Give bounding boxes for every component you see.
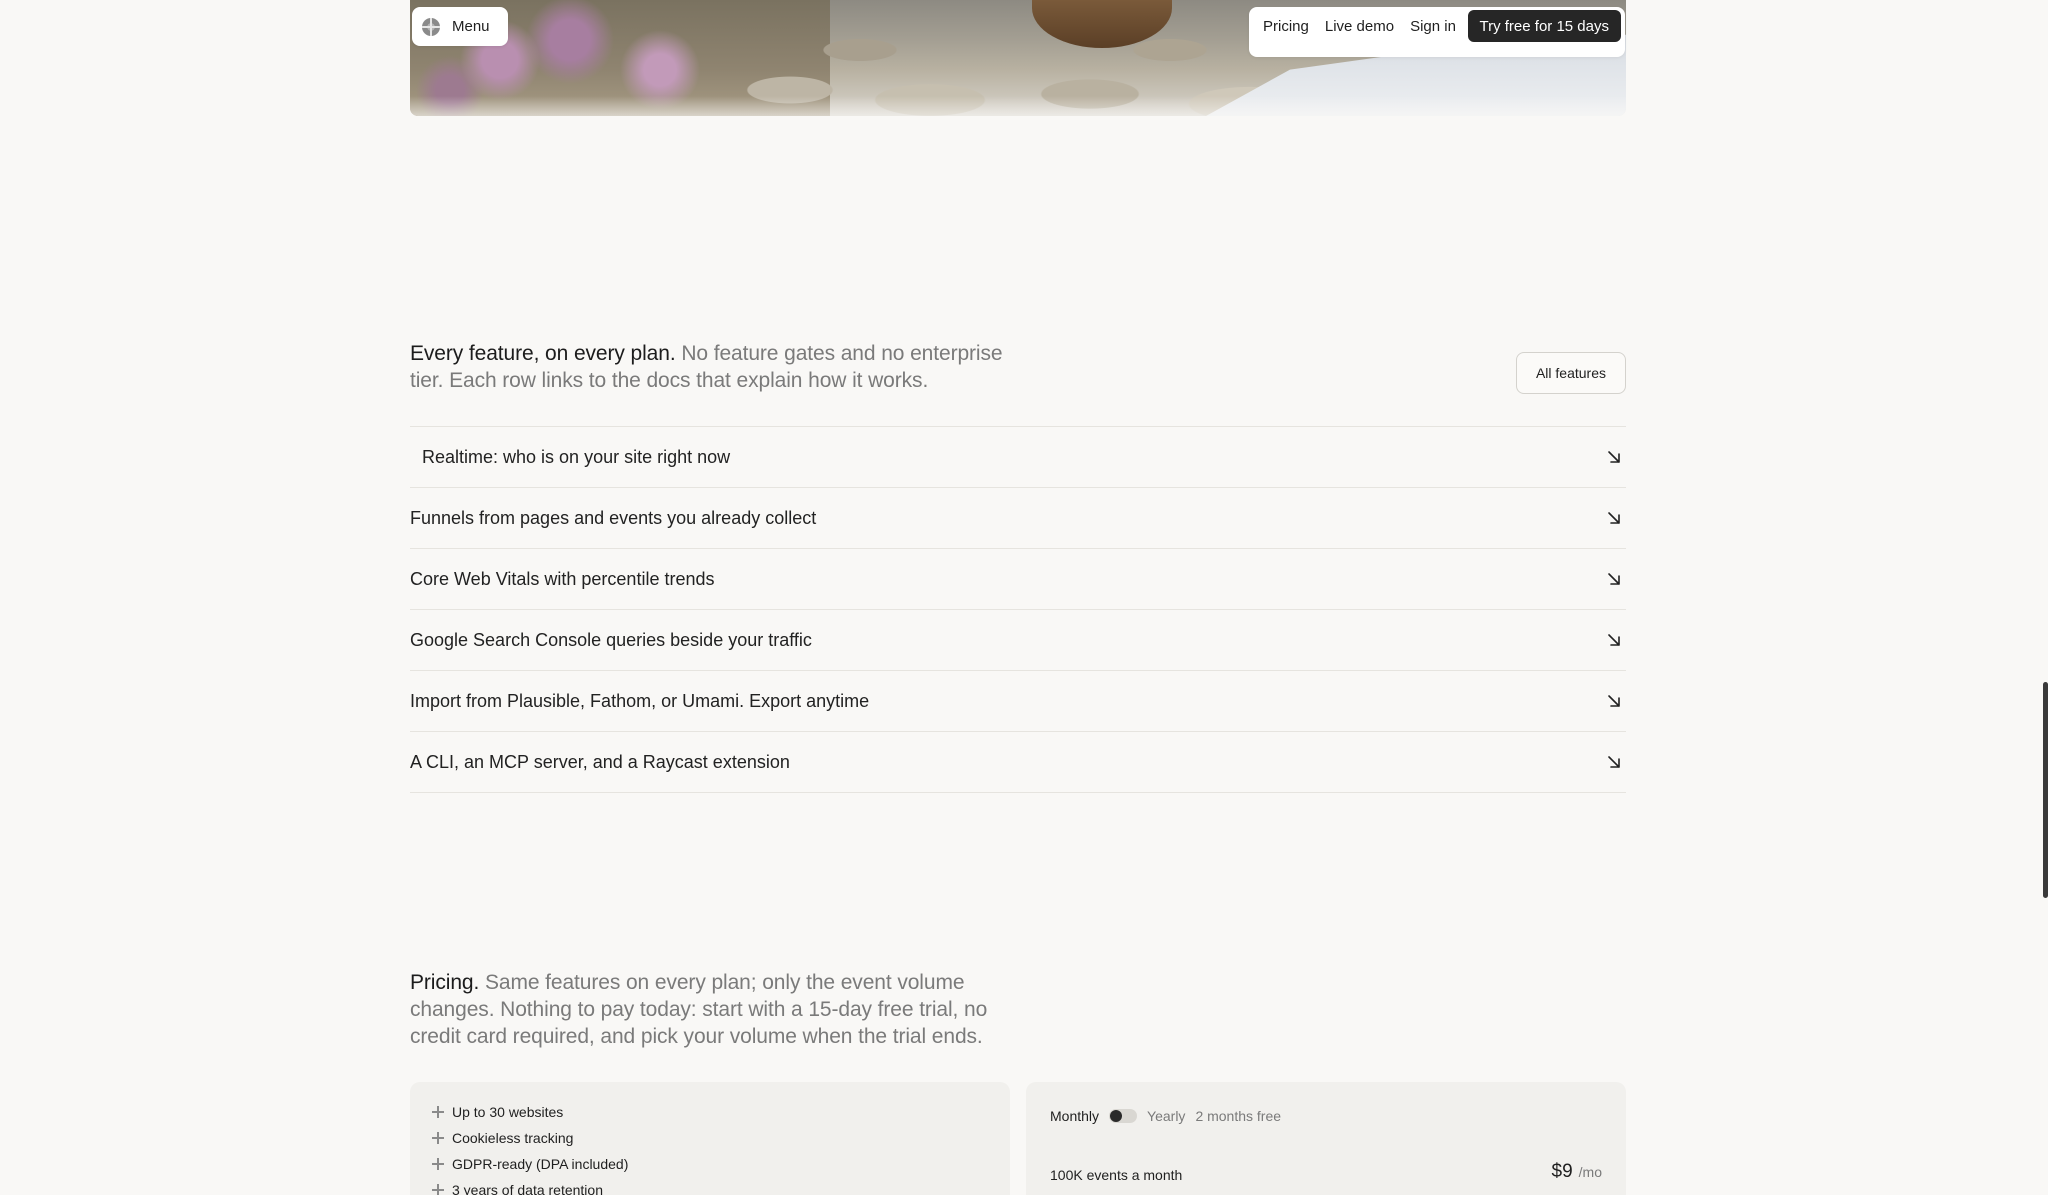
menu-button[interactable]: Menu	[412, 7, 508, 46]
plan-price: $9 /mo	[1552, 1161, 1602, 1183]
arrow-down-right-icon	[1608, 756, 1620, 768]
nav-link-pricing[interactable]: Pricing	[1263, 18, 1309, 35]
feature-row-funnels[interactable]: Funnels from pages and events you alread…	[410, 488, 1626, 549]
toggle-knob	[1110, 1110, 1123, 1122]
pricing-body: Same features on every plan; only the ev…	[410, 971, 988, 1048]
included-item-label: GDPR-ready (DPA included)	[452, 1156, 629, 1172]
feature-label: Import from Plausible, Fathom, or Umami.…	[410, 690, 870, 711]
included-item: Up to 30 websites	[432, 1104, 563, 1120]
nav-link-live-demo[interactable]: Live demo	[1325, 18, 1394, 35]
try-free-button[interactable]: Try free for 15 days	[1467, 10, 1621, 42]
feature-row-realtime[interactable]: Realtime: who is on your site right now	[410, 427, 1626, 488]
plus-icon	[432, 1184, 444, 1195]
pricing-lead: Pricing.	[410, 971, 480, 994]
billing-yearly-label[interactable]: Yearly	[1147, 1108, 1185, 1124]
hero-fade	[410, 96, 1626, 116]
arrow-down-right-icon	[1608, 634, 1620, 646]
features-intro: Every feature, on every plan. No feature…	[410, 340, 1030, 394]
feature-list: Realtime: who is on your site right now …	[410, 426, 1626, 793]
included-item: 3 years of data retention	[432, 1182, 603, 1195]
plus-icon	[432, 1132, 444, 1144]
plus-icon	[432, 1158, 444, 1170]
feature-label: Google Search Console queries beside you…	[410, 629, 812, 650]
globe-icon	[422, 17, 440, 36]
included-features-card: Up to 30 websites Cookieless tracking GDPR…	[410, 1082, 1010, 1195]
billing-monthly-label[interactable]: Monthly	[1050, 1108, 1099, 1124]
features-lead: Every feature, on every plan.	[410, 342, 676, 365]
arrow-down-right-icon	[1608, 573, 1620, 585]
arrow-down-right-icon	[1608, 512, 1620, 524]
arrow-down-right-icon	[1608, 695, 1620, 707]
feature-label: Funnels from pages and events you alread…	[410, 507, 817, 528]
included-item-label: 3 years of data retention	[452, 1182, 603, 1195]
plus-icon	[432, 1106, 444, 1118]
feature-row-cli-mcp[interactable]: A CLI, an MCP server, and a Raycast exte…	[410, 732, 1626, 793]
pricing-intro: Pricing. Same features on every plan; on…	[410, 969, 1010, 1050]
billing-toggle-group: Monthly Yearly 2 months free	[1050, 1108, 1281, 1124]
plan-card: Monthly Yearly 2 months free 100K events…	[1026, 1082, 1626, 1195]
price-period: /mo	[1578, 1164, 1602, 1180]
included-item: Cookieless tracking	[432, 1130, 573, 1146]
all-features-button[interactable]: All features	[1516, 352, 1626, 394]
event-volume-label: 100K events a month	[1050, 1167, 1183, 1183]
feature-label: Realtime: who is on your site right now	[422, 446, 731, 467]
nav-link-sign-in[interactable]: Sign in	[1410, 18, 1456, 35]
arrow-down-right-icon	[1608, 451, 1620, 463]
included-item-label: Up to 30 websites	[452, 1104, 564, 1120]
feature-label: A CLI, an MCP server, and a Raycast exte…	[410, 751, 790, 772]
price-amount: $9	[1551, 1161, 1573, 1182]
menu-label: Menu	[452, 18, 490, 35]
feature-label: Core Web Vitals with percentile trends	[410, 568, 715, 589]
yearly-discount-note: 2 months free	[1195, 1108, 1282, 1124]
page-scrollbar[interactable]	[2043, 682, 2048, 898]
included-item: GDPR-ready (DPA included)	[432, 1156, 628, 1172]
top-nav: Pricing Live demo Sign in Try free for 1…	[1249, 7, 1625, 57]
feature-row-import-export[interactable]: Import from Plausible, Fathom, or Umami.…	[410, 671, 1626, 732]
feature-row-web-vitals[interactable]: Core Web Vitals with percentile trends	[410, 549, 1626, 610]
billing-toggle[interactable]	[1109, 1109, 1138, 1123]
included-item-label: Cookieless tracking	[452, 1130, 574, 1146]
feature-row-search-console[interactable]: Google Search Console queries beside you…	[410, 610, 1626, 671]
